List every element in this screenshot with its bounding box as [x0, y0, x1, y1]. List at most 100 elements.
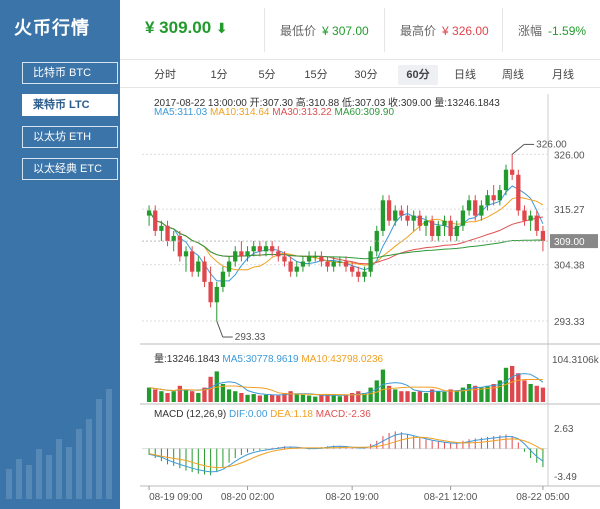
candle-body [257, 246, 262, 252]
tab-60min[interactable]: 60分 [398, 65, 438, 85]
candle-body [399, 210, 404, 216]
candle-body [319, 256, 324, 262]
sidebar-item-btc[interactable]: 比特币 BTC [22, 62, 118, 84]
candle-body [159, 225, 164, 231]
tab-15min[interactable]: 15分 [300, 65, 332, 85]
low-price-stat: 最低价 ¥ 307.00 [280, 24, 369, 38]
candle-body [497, 190, 502, 201]
candle-body [442, 220, 447, 226]
period-tabs: 分时 1分 5分 15分 30分 60分 日线 周线 月线 [120, 60, 600, 88]
volume-bar [399, 391, 404, 402]
candle-body [522, 210, 527, 221]
tab-5min[interactable]: 5分 [252, 65, 282, 85]
candle-body [288, 261, 293, 272]
high-marker-line [511, 144, 525, 155]
volume-bar [171, 391, 176, 402]
arrow-down-icon: ⬇ [215, 20, 228, 36]
ma-legend: MA5:311.03 MA10:314.64 MA30:313.22 MA60:… [154, 107, 394, 118]
price-tick-label: 293.33 [554, 317, 585, 328]
sidebar: 火币行情 比特币 BTC 莱特币 LTC 以太坊 ETH 以太经典 ETC [0, 0, 120, 509]
ma30-legend: MA30:313.22 [272, 107, 332, 118]
candle-body [510, 169, 515, 175]
tab-weekly[interactable]: 周线 [498, 65, 528, 85]
candle-body [405, 215, 410, 221]
price-tick-label: 326.00 [554, 150, 585, 161]
current-price-tag: 309.00 [554, 237, 585, 248]
price-header: ¥ 309.00 ⬇ 最低价 ¥ 307.00 最高价 ¥ 326.00 涨幅 -1.… [120, 0, 600, 60]
x-tick-label: 08-21 12:00 [424, 492, 478, 503]
price-tick-label: 315.27 [554, 205, 585, 216]
volume-bar [245, 394, 250, 402]
candle-body [350, 266, 355, 272]
candle-body [208, 281, 213, 303]
volume-bar [331, 395, 336, 402]
kline-svg[interactable]: 326.00 315.27 304.38 293.33 326.00 293.33 309.… [140, 88, 600, 509]
volume-bar [454, 391, 459, 402]
macd-dif: DIF:0.00 [229, 409, 268, 420]
candle-body [393, 210, 398, 221]
volume-bar [313, 396, 318, 402]
volume-bar [251, 394, 256, 402]
macd-legend: MACD (12,26,9) DIF:0.00 DEA:1.18 MACD:-2… [154, 409, 371, 420]
volume-bar [356, 391, 361, 402]
candle-body [294, 266, 299, 272]
candle-body [411, 215, 416, 221]
brand-title: 火币行情 [14, 18, 90, 38]
volume-bar [534, 385, 539, 402]
volume-bar [337, 396, 342, 402]
volume-bar [146, 387, 152, 402]
candle-body [503, 169, 509, 191]
volume-bar [159, 391, 164, 402]
volume-bar [196, 393, 201, 402]
candle-body [251, 246, 256, 252]
candle-body [270, 246, 275, 252]
volume-bar [190, 391, 195, 402]
candle-body [448, 220, 453, 236]
candle-body [300, 261, 306, 267]
volume-bar [522, 380, 527, 402]
divider [264, 8, 265, 52]
sidebar-item-ltc[interactable]: 莱特币 LTC [22, 94, 118, 116]
volume-bar [288, 391, 293, 402]
x-tick-label: 08-20 19:00 [325, 492, 379, 503]
macd-axis-label: -3.49 [554, 472, 577, 483]
tab-30min[interactable]: 30分 [350, 65, 382, 85]
candle-body [368, 251, 373, 272]
candle-body [386, 200, 392, 221]
tab-daily[interactable]: 日线 [450, 65, 480, 85]
candle-body [165, 225, 170, 242]
volume-bar [442, 391, 447, 402]
tab-1min[interactable]: 1分 [204, 65, 234, 85]
candle-body [491, 195, 496, 201]
candle-body [430, 220, 435, 236]
volume-bar [343, 394, 349, 402]
volume-value: 量:13246.1843 [154, 354, 220, 365]
volume-bar [423, 393, 429, 402]
vol-ma5-legend: MA5:30778.9619 [222, 354, 299, 365]
volume-ma5-line [149, 373, 544, 396]
candle-body [313, 256, 318, 258]
volume-bar [491, 384, 496, 402]
candle-body [423, 220, 429, 226]
volume-bar [417, 391, 422, 402]
candle-body [331, 261, 336, 267]
kline-chart[interactable]: 326.00 315.27 304.38 293.33 326.00 293.33 309.… [140, 88, 600, 509]
volume-bar [257, 395, 262, 402]
tab-realtime[interactable]: 分时 [150, 65, 180, 85]
high-marker-label: 326.00 [536, 139, 567, 150]
sidebar-item-eth[interactable]: 以太坊 ETH [22, 126, 118, 148]
volume-bar [165, 393, 170, 402]
candle-body [540, 230, 546, 242]
candle-body [239, 251, 244, 257]
tab-monthly[interactable]: 月线 [548, 65, 578, 85]
candle-body [276, 251, 281, 257]
sidebar-item-etc[interactable]: 以太经典 ETC [22, 158, 118, 180]
candle-body [473, 200, 478, 216]
volume-bar [153, 389, 158, 402]
candle-body [436, 225, 441, 236]
decorative-chart-icon [6, 389, 112, 499]
volume-bar [276, 395, 281, 402]
volume-bar [319, 394, 324, 402]
macd-axis-label: 2.63 [554, 424, 574, 435]
candle-body [380, 200, 386, 231]
